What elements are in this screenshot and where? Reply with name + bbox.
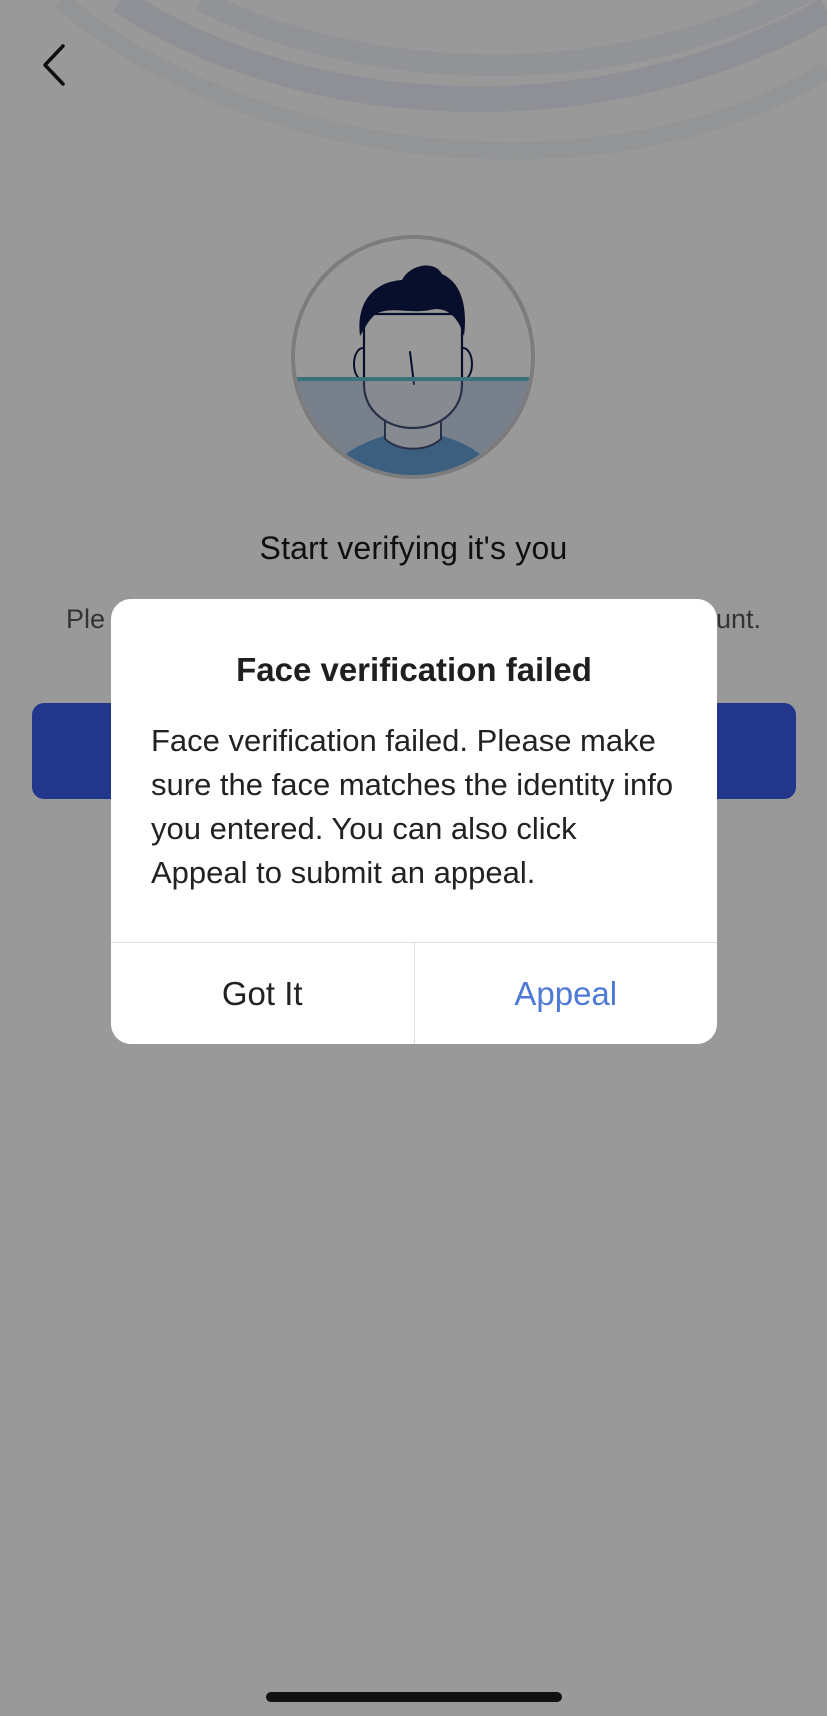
dialog-actions: Got It Appeal [111, 942, 717, 1044]
home-indicator [266, 1692, 562, 1702]
appeal-button[interactable]: Appeal [415, 943, 718, 1044]
dialog-title: Face verification failed [236, 651, 592, 688]
dialog-message: Face verification failed. Please make su… [151, 723, 674, 890]
face-verification-failed-dialog: Face verification failed Face verificati… [111, 599, 717, 1044]
verification-page: Start verifying it's you Ple unt. Face v… [0, 0, 827, 1716]
got-it-button[interactable]: Got It [111, 943, 415, 1044]
